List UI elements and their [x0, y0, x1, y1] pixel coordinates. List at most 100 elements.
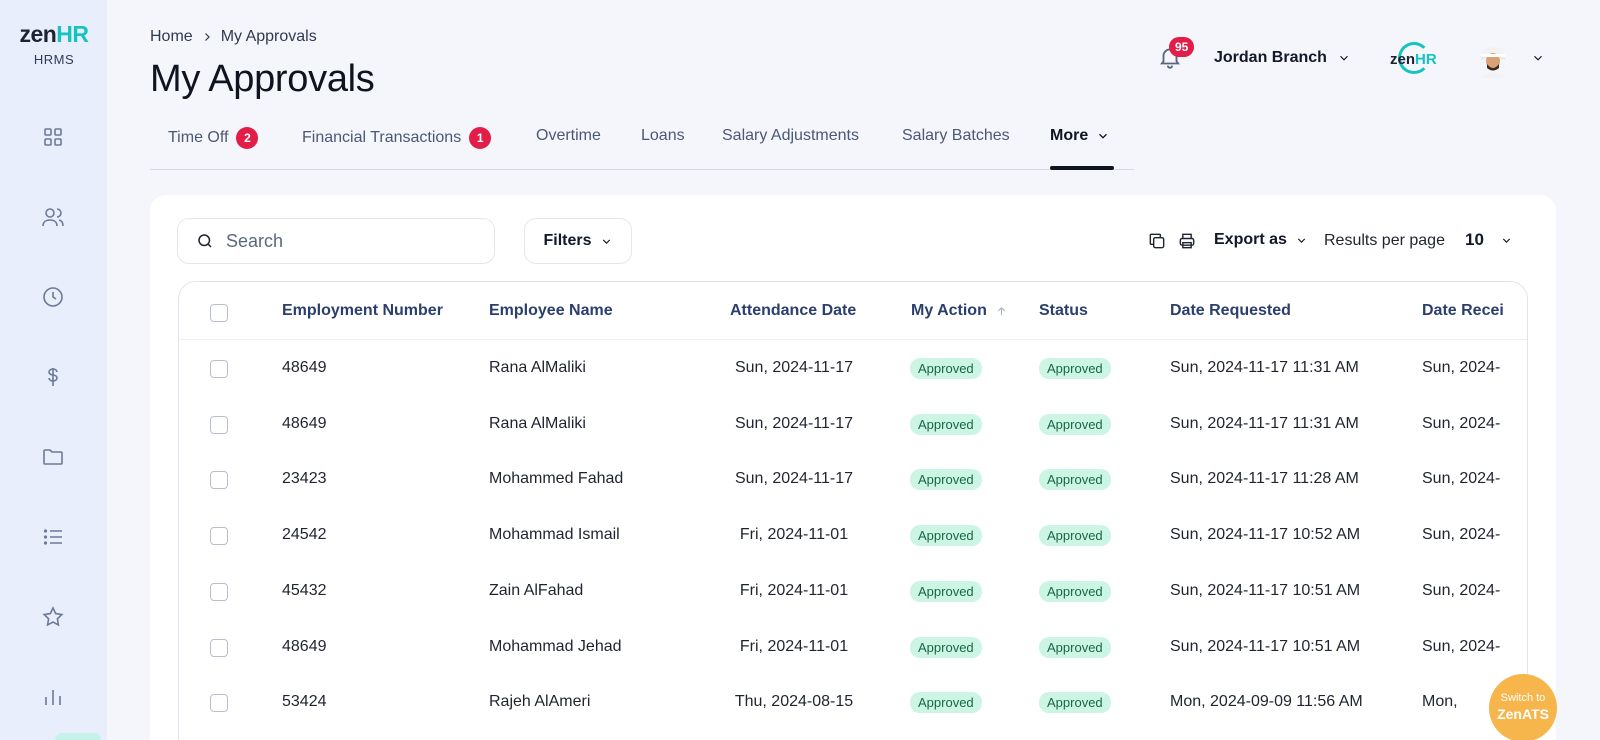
status-badge: Approved	[1039, 469, 1111, 491]
row-checkbox[interactable]	[210, 638, 228, 657]
employee-name: Rana AlMaliki	[489, 414, 586, 432]
my-action-badge: Approved	[910, 469, 982, 491]
employment-number: 53424	[282, 693, 327, 711]
zenhr-logo[interactable]: zenHR HRMS	[14, 22, 94, 67]
date-received: Sun, 2024-	[1422, 637, 1501, 655]
employment-number: 48649	[282, 414, 327, 432]
attendance-date: Sun, 2024-11-17	[734, 470, 853, 488]
date-received: Sun, 2024-	[1422, 470, 1501, 488]
row-checkbox[interactable]	[210, 694, 228, 713]
copy-button[interactable]	[1147, 231, 1167, 251]
tab-overtime[interactable]: Overtime	[536, 127, 601, 145]
row-checkbox[interactable]	[210, 471, 228, 490]
table-row[interactable]: 23423 Mohammed Fahad Sun, 2024-11-17 Approv…	[179, 451, 1527, 507]
bar-chart-icon[interactable]	[40, 684, 66, 710]
tab-count-badge: 1	[469, 127, 492, 149]
results-per-page-label: Results per page	[1324, 232, 1445, 249]
chevron-down-icon	[1340, 55, 1348, 61]
zenhr-brand-logo: zenHR	[1390, 42, 1440, 76]
folder-icon[interactable]	[40, 444, 66, 470]
column-my-action[interactable]: My Action	[911, 302, 1008, 320]
date-requested: Sun, 2024-11-17 10:52 AM	[1170, 526, 1361, 544]
chevron-down-icon	[1099, 133, 1108, 139]
clock-icon[interactable]	[40, 284, 66, 310]
notifications-button[interactable]: 95	[1157, 37, 1195, 74]
date-requested: Sun, 2024-11-17 10:51 AM	[1170, 581, 1361, 599]
my-action-badge: Approved	[910, 358, 982, 379]
chevron-down-icon	[1534, 55, 1542, 61]
results-per-page-select[interactable]: 10	[1465, 230, 1513, 250]
tab-label: Loans	[641, 127, 685, 144]
list-icon[interactable]	[40, 524, 66, 550]
print-button[interactable]	[1177, 231, 1197, 251]
my-action-badge: Approved	[910, 413, 982, 435]
tab-financial-transactions[interactable]: Financial Transactions 1	[302, 127, 492, 149]
date-requested: Mon, 2024-09-09 11:56 AM	[1170, 693, 1363, 711]
table-row[interactable]: 53424 Rajeh AlAmeri Thu, 2024-08-15 Approve…	[179, 674, 1527, 730]
page-title: My Approvals	[150, 58, 375, 100]
column-date-requested[interactable]: Date Requested	[1170, 302, 1291, 320]
status-badge: Approved	[1039, 413, 1111, 435]
switch-to-zenats-button[interactable]: Switch to ZenATS	[1489, 674, 1557, 740]
employee-name: Mohammad Jehad	[489, 637, 622, 655]
date-received: Sun, 2024-	[1422, 359, 1501, 376]
export-dropdown[interactable]: Export as	[1214, 231, 1308, 249]
column-employee-name[interactable]: Employee Name	[489, 302, 613, 320]
row-checkbox[interactable]	[210, 527, 228, 546]
search-icon	[198, 234, 212, 248]
row-checkbox[interactable]	[210, 415, 228, 434]
table-row[interactable]: 24542 Mohammad Ismail Fri, 2024-11-01 Appro…	[179, 507, 1527, 563]
chevron-down-icon	[1297, 237, 1306, 243]
breadcrumb-current: My Approvals	[220, 28, 317, 45]
table-row[interactable]: 45432 Zain AlFahad Fri, 2024-11-01 Approved…	[179, 563, 1527, 619]
grid-icon[interactable]	[40, 124, 66, 150]
attendance-date: Fri, 2024-11-01	[739, 581, 849, 599]
logo-zen: zen	[19, 21, 57, 47]
attendance-date: Fri, 2024-11-01	[739, 526, 849, 544]
column-date-received[interactable]: Date Recei	[1422, 302, 1504, 320]
results-per-page-value: 10	[1465, 230, 1484, 249]
search-input[interactable]	[226, 230, 466, 252]
table-row[interactable]: 48649 Rana AlMaliki Sun, 2024-11-17 Approve…	[179, 340, 1527, 396]
breadcrumb-home[interactable]: Home	[150, 28, 193, 46]
my-action-badge: Approved	[910, 636, 982, 658]
tab-label: More	[1050, 127, 1089, 144]
column-status[interactable]: Status	[1039, 302, 1088, 320]
filters-button[interactable]: Filters	[524, 218, 632, 264]
tab-loans[interactable]: Loans	[641, 127, 685, 145]
attendance-date: Sun, 2024-11-17	[734, 359, 853, 376]
table-row[interactable]: 48649 Rana AlMaliki Sun, 2024-11-17 Approve…	[179, 396, 1527, 452]
approvals-card: Filters Export as Results per page 10 Em…	[150, 195, 1556, 740]
employee-name: Mohammed Fahad	[489, 470, 624, 488]
tab-time-off[interactable]: Time Off 2	[168, 127, 259, 149]
tab-more[interactable]: More	[1050, 127, 1110, 145]
row-checkbox[interactable]	[210, 360, 228, 378]
status-badge: Approved	[1039, 636, 1111, 658]
dollar-icon[interactable]	[40, 364, 66, 390]
star-icon[interactable]	[40, 604, 66, 630]
my-action-badge: Approved	[910, 525, 982, 547]
column-employment-number[interactable]: Employment Number	[282, 302, 443, 320]
branch-selector[interactable]: Jordan Branch	[1214, 49, 1351, 67]
avatar[interactable]	[1477, 42, 1509, 78]
employment-number: 23423	[282, 470, 327, 488]
user-menu-chevron[interactable]	[1531, 51, 1545, 65]
column-label: My Action	[911, 302, 987, 319]
printer-icon	[1179, 233, 1195, 249]
tab-count-badge: 2	[236, 127, 259, 149]
sort-arrow-up-icon	[997, 306, 1005, 315]
row-checkbox[interactable]	[210, 582, 228, 601]
date-requested: Sun, 2024-11-17 11:31 AM	[1170, 414, 1359, 432]
status-badge: Approved	[1039, 580, 1111, 602]
users-icon[interactable]	[40, 204, 66, 230]
employee-name: Zain AlFahad	[489, 581, 584, 599]
column-attendance-date[interactable]: Attendance Date	[730, 302, 856, 320]
tab-salary-batches[interactable]: Salary Batches	[902, 127, 1010, 145]
table-row[interactable]: 48649 Mohammad Jehad Fri, 2024-11-01 Approv…	[179, 619, 1527, 675]
tab-salary-adjustments[interactable]: Salary Adjustments	[722, 127, 859, 145]
select-all-checkbox[interactable]	[210, 304, 228, 322]
sidebar: zenHR HRMS	[0, 0, 107, 740]
sidebar-indicator	[55, 733, 101, 740]
employee-name: Rajeh AlAmeri	[489, 693, 591, 711]
employment-number: 48649	[282, 359, 327, 376]
